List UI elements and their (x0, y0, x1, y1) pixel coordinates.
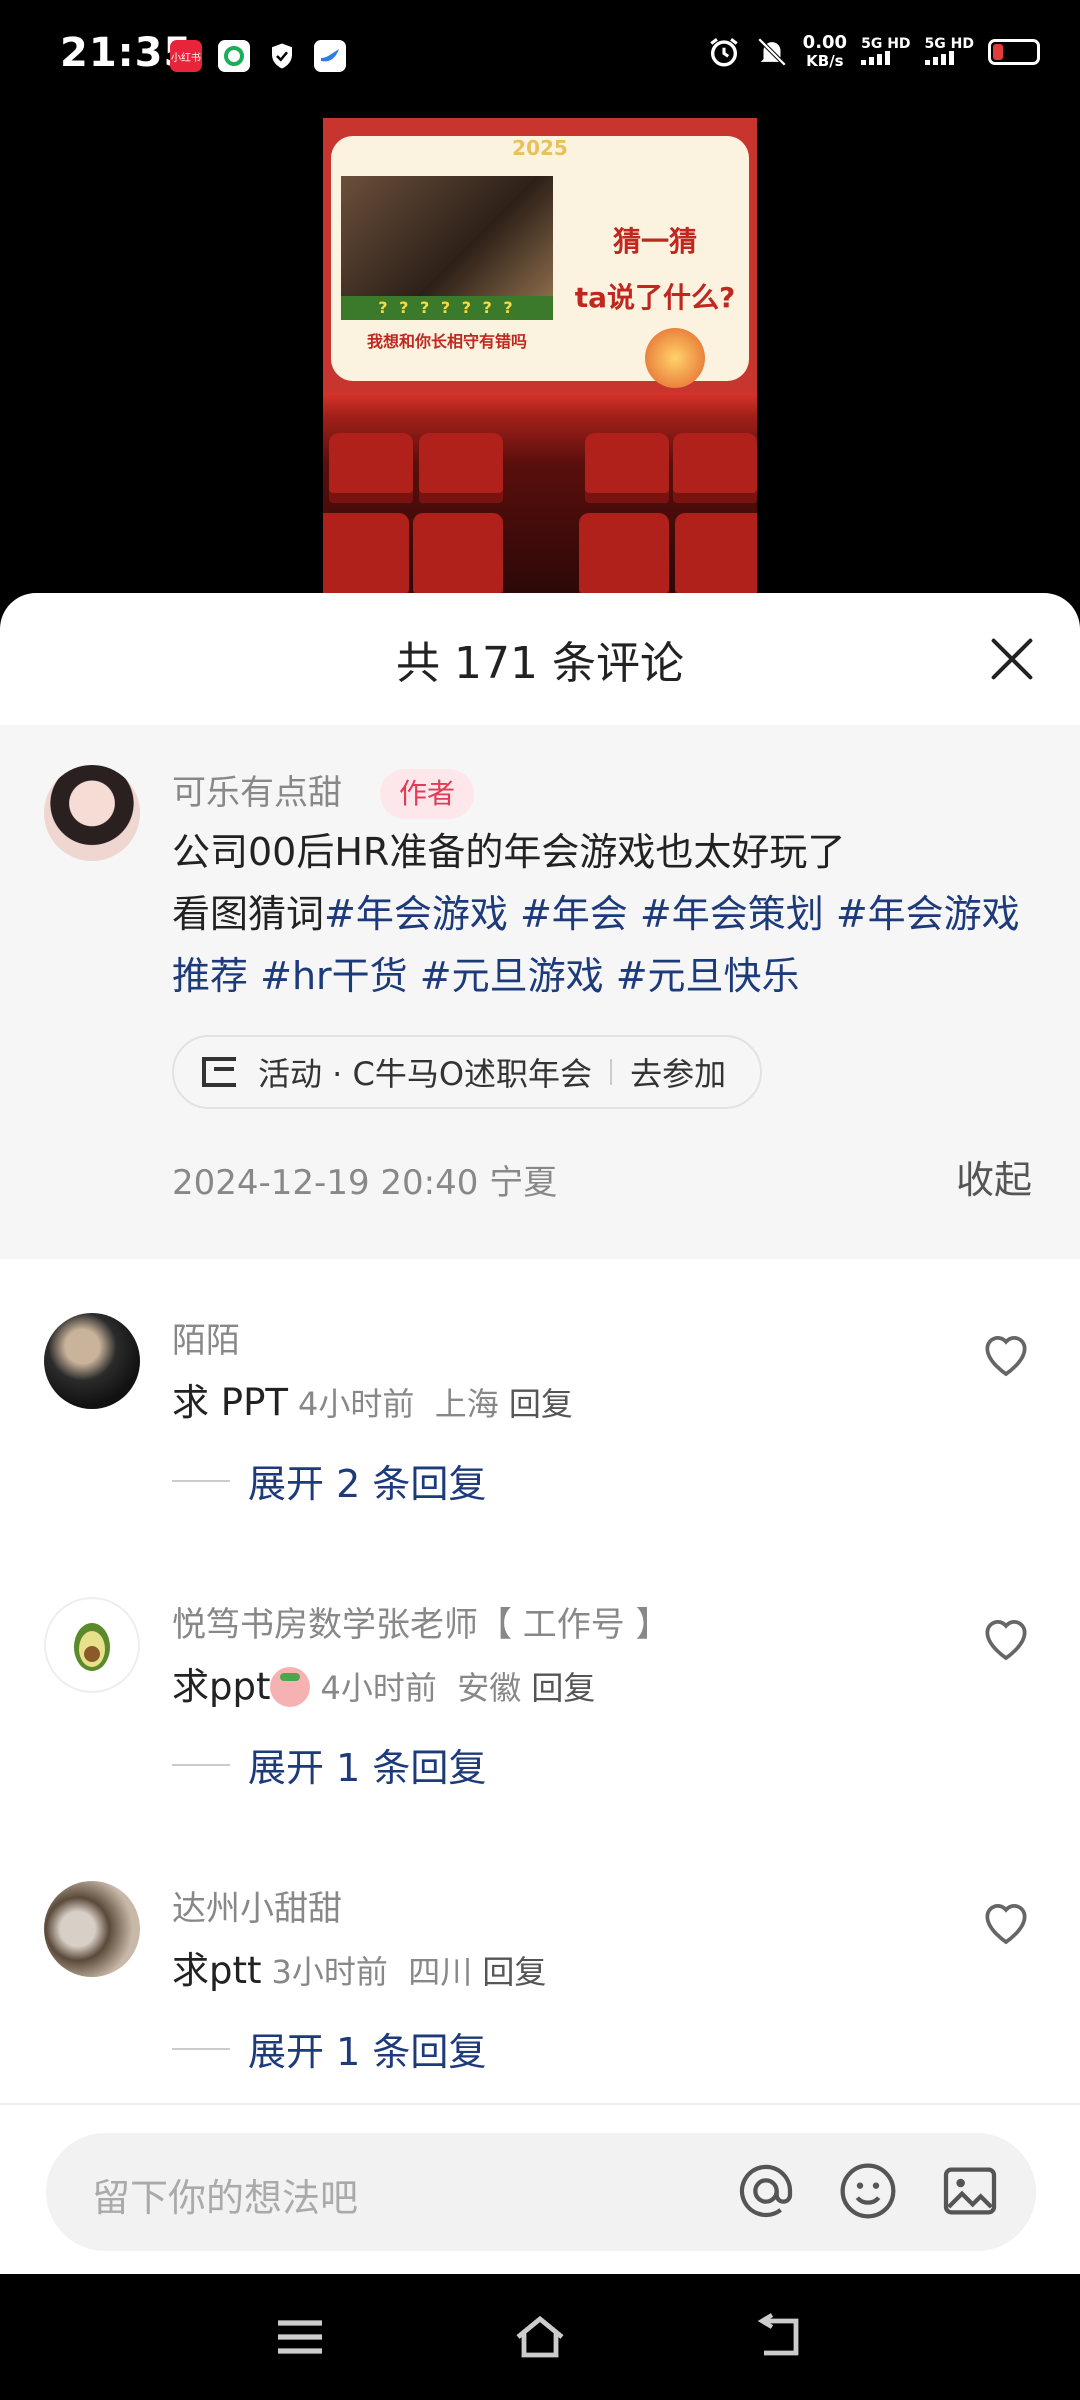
quiz-board: 2025 ? ? ? ? ? ? ? 我想和你长相守有错吗 猜一猜 ta说了什么… (323, 118, 757, 393)
input-placeholder: 留下你的想法吧 (92, 2176, 359, 2220)
emoji-icon[interactable] (836, 2159, 900, 2223)
post-prefix: 看图猜词 (172, 892, 325, 936)
avocado-icon (74, 1623, 110, 1671)
comment-location: 安徽 (457, 1669, 522, 1707)
expand-replies-button[interactable]: 展开 2 条回复 (172, 1453, 486, 1508)
movie-still (341, 176, 553, 296)
expand-replies-button[interactable]: 展开 1 条回复 (172, 1737, 486, 1792)
flag-icon (202, 1057, 236, 1087)
system-nav-bar (0, 2274, 1080, 2400)
commenter-name[interactable]: 陌陌 (172, 1313, 240, 1362)
net-speed-unit: KB/s (806, 52, 844, 70)
system-indicators: 0.00 KB/s 5G HD 5G HD (707, 34, 1040, 70)
author-badge: 作者 (380, 769, 474, 819)
comment-text: 求ptt (172, 1949, 262, 1992)
avatar[interactable] (44, 1313, 140, 1409)
sim1-signal: 5G HD (861, 37, 911, 68)
comment-sheet: 共 171 条评论 可乐有点甜 作者 公司00后HR准备的年会游戏也太好玩了 看… (0, 593, 1080, 2274)
post-date: 2024-12-19 20:40 (172, 1163, 479, 1203)
heart-icon[interactable] (978, 1325, 1034, 1381)
home-icon[interactable] (512, 2312, 568, 2362)
guess-line-2: ta说了什么? (574, 281, 736, 314)
close-button[interactable] (982, 629, 1042, 689)
avatar[interactable] (44, 1881, 140, 1977)
reply-button[interactable]: 回复 (509, 1385, 573, 1423)
heart-icon[interactable] (978, 1609, 1034, 1665)
pig-face-emoji (270, 1667, 311, 1707)
expand-replies-label: 展开 2 条回复 (248, 1462, 487, 1506)
reply-button[interactable]: 回复 (531, 1669, 595, 1707)
author-post: 可乐有点甜 作者 公司00后HR准备的年会游戏也太好玩了 看图猜词#年会游戏 #… (0, 725, 1080, 1259)
avatar[interactable] (44, 1597, 140, 1693)
expand-replies-button[interactable]: 展开 1 条回复 (172, 2021, 486, 2076)
comment-text: 求ppt (172, 1665, 271, 1708)
avatar[interactable] (44, 765, 140, 861)
author-name[interactable]: 可乐有点甜 (172, 765, 342, 814)
hashtag[interactable]: #hr干货 (260, 954, 408, 998)
comment-location: 上海 (434, 1385, 499, 1423)
comment-item: 陌陌 求 PPT 4小时前 上海 回复 展开 2 条回复 (0, 1313, 1080, 1563)
dragon-mascot (645, 328, 705, 388)
post-meta: 2024-12-19 20:40 宁夏 (172, 1155, 557, 1204)
collapse-button[interactable]: 收起 (956, 1149, 1032, 1204)
divider (0, 2103, 1080, 2105)
notification-icons: 小红书 (170, 40, 346, 72)
comment-time: 4小时前 (320, 1669, 437, 1707)
shield-icon (266, 40, 298, 72)
hashtag[interactable]: #元旦游戏 (420, 954, 604, 998)
comment-input[interactable]: 留下你的想法吧 (46, 2133, 1036, 2251)
sim2-signal: 5G HD (924, 37, 974, 68)
year-label: 2025 (512, 136, 568, 160)
hashtag[interactable]: #年会策划 (640, 892, 824, 936)
heart-icon[interactable] (978, 1893, 1034, 1949)
bird-icon (314, 40, 346, 72)
at-mention-icon[interactable] (734, 2159, 798, 2223)
xiaohongshu-icon: 小红书 (170, 40, 202, 72)
comment-count-title: 共 171 条评论 (396, 638, 684, 689)
battery-icon (988, 39, 1040, 65)
comment-location: 四川 (408, 1953, 473, 1991)
commenter-name[interactable]: 悦笃书房数学张老师【 工作号 】 (172, 1597, 670, 1646)
comment-item: 悦笃书房数学张老师【 工作号 】 求ppt 4小时前 安徽 回复 展开 1 条回复 (0, 1597, 1080, 1847)
expand-replies-label: 展开 1 条回复 (248, 1746, 487, 1790)
comment-text: 求 PPT (172, 1381, 288, 1424)
comment-time: 3小时前 (271, 1953, 388, 1991)
reply-button[interactable]: 回复 (482, 1953, 546, 1991)
theater-seats (323, 393, 757, 598)
net-speed: 0.00 (802, 32, 848, 53)
alarm-icon (709, 38, 738, 67)
activity-label: 活动 · C牛马O述职年会 (258, 1055, 593, 1093)
post-text: 公司00后HR准备的年会游戏也太好玩了 看图猜词#年会游戏 #年会 #年会策划 … (172, 821, 1032, 1007)
commenter-name[interactable]: 达州小甜甜 (172, 1881, 342, 1930)
back-icon[interactable] (752, 2312, 808, 2362)
expand-replies-label: 展开 1 条回复 (248, 2030, 487, 2074)
menu-icon[interactable] (272, 2312, 328, 2362)
join-activity-button[interactable]: 去参加 (630, 1049, 726, 1095)
guess-line-1: 猜一猜 (612, 225, 697, 258)
question-marks: ? ? ? ? ? ? ? (341, 296, 553, 320)
browser-icon (218, 40, 250, 72)
post-line-1: 公司00后HR准备的年会游戏也太好玩了 (172, 830, 846, 874)
comment-item: 达州小甜甜 求ptt 3小时前 四川 回复 展开 1 条回复 (0, 1881, 1080, 2131)
still-caption: 我想和你长相守有错吗 (366, 332, 527, 351)
mute-bell-icon (757, 37, 786, 67)
comment-time: 4小时前 (298, 1385, 415, 1423)
video-preview[interactable]: 2025 ? ? ? ? ? ? ? 我想和你长相守有错吗 猜一猜 ta说了什么… (323, 118, 757, 598)
post-location: 宁夏 (489, 1163, 558, 1203)
hashtag[interactable]: #年会游戏 (324, 892, 508, 936)
hashtag[interactable]: #年会 (520, 892, 628, 936)
activity-pill[interactable]: 活动 · C牛马O述职年会 去参加 (172, 1035, 763, 1109)
status-bar: 21:35 小红书 0.00 KB/s 5G HD 5G HD (0, 0, 1080, 118)
divider (610, 1059, 613, 1085)
hashtag[interactable]: #元旦快乐 (616, 954, 800, 998)
image-icon[interactable] (938, 2159, 1002, 2223)
